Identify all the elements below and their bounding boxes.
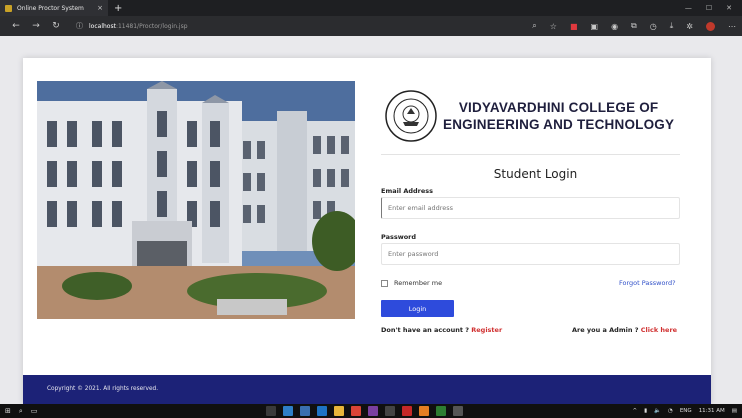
remember-checkbox[interactable] bbox=[381, 279, 388, 287]
forgot-password-link[interactable]: Forgot Password? bbox=[619, 279, 676, 287]
taskbar-apps bbox=[266, 406, 463, 416]
email-field[interactable] bbox=[381, 197, 680, 219]
extension-red-icon[interactable]: ■ bbox=[570, 22, 578, 31]
register-prompt: Don't have an account ? Register bbox=[381, 326, 502, 334]
extension-icon[interactable]: ▣ bbox=[591, 22, 599, 31]
os-taskbar: ⊞ ⌕ ▭ ^ ▮ 🔈 ◔ ENG 11:31 AM ▤ bbox=[0, 404, 742, 418]
back-icon[interactable]: ← bbox=[6, 21, 26, 31]
windows-start-icon[interactable]: ⊞ bbox=[5, 407, 11, 415]
system-tray: ^ ▮ 🔈 ◔ ENG 11:31 AM ▤ bbox=[633, 408, 737, 414]
app-purple-icon[interactable] bbox=[368, 406, 378, 416]
app-youtube-icon[interactable] bbox=[402, 406, 412, 416]
close-window-icon[interactable]: ✕ bbox=[726, 4, 732, 12]
clock[interactable]: 11:31 AM bbox=[699, 408, 725, 414]
college-name: VIDYAVARDHINI COLLEGE OF ENGINEERING AND… bbox=[443, 99, 674, 133]
task-view-icon[interactable]: ▭ bbox=[31, 407, 38, 415]
admin-login-link[interactable]: Click here bbox=[641, 326, 677, 334]
history-icon[interactable]: ◷ bbox=[650, 22, 657, 31]
page-footer: Copyright © 2021. All rights reserved. bbox=[23, 375, 711, 404]
app-orange-icon[interactable] bbox=[419, 406, 429, 416]
remember-label: Remember me bbox=[394, 279, 443, 287]
tab-close-icon[interactable]: × bbox=[97, 4, 103, 12]
site-favicon-icon bbox=[5, 4, 12, 12]
browser-chrome: Online Proctor System × + — ☐ ✕ ← → ↻ ⓘ … bbox=[0, 0, 742, 36]
app-vscode-icon[interactable] bbox=[317, 406, 327, 416]
info-icon[interactable]: ⓘ bbox=[76, 21, 83, 31]
extension-circle-icon[interactable]: ◉ bbox=[611, 22, 618, 31]
tab-bar: Online Proctor System × + — ☐ ✕ bbox=[0, 0, 742, 16]
search-icon[interactable]: ⌕ bbox=[19, 407, 23, 416]
password-field[interactable] bbox=[381, 243, 680, 265]
collections-icon[interactable]: ⧉ bbox=[631, 21, 637, 31]
minimize-icon[interactable]: — bbox=[685, 4, 692, 12]
app-edge-icon[interactable] bbox=[283, 406, 293, 416]
read-aloud-icon[interactable]: ⌕ bbox=[532, 21, 536, 31]
maximize-icon[interactable]: ☐ bbox=[706, 4, 712, 12]
tab-title: Online Proctor System bbox=[17, 4, 84, 12]
url-input[interactable]: ⓘ localhost:11481/Proctor/login.jsp bbox=[76, 19, 476, 33]
app-word-icon[interactable] bbox=[300, 406, 310, 416]
admin-prompt: Are you a Admin ? Click here bbox=[572, 326, 677, 334]
app-green-icon[interactable] bbox=[436, 406, 446, 416]
no-account-text: Don't have an account ? bbox=[381, 326, 472, 334]
college-name-line1: VIDYAVARDHINI COLLEGE OF bbox=[458, 100, 659, 115]
downloads-icon[interactable]: ⤓ bbox=[670, 21, 674, 31]
new-tab-button[interactable]: + bbox=[114, 3, 122, 14]
remember-me[interactable]: Remember me bbox=[381, 279, 442, 287]
tray-chevron-icon[interactable]: ^ bbox=[633, 408, 638, 414]
app-folder-icon[interactable] bbox=[334, 406, 344, 416]
language-indicator[interactable]: ENG bbox=[680, 408, 692, 414]
email-label: Email Address bbox=[381, 187, 434, 195]
browser-tab[interactable]: Online Proctor System × bbox=[0, 0, 108, 16]
app-file-explorer-icon[interactable] bbox=[266, 406, 276, 416]
app-chrome-icon[interactable] bbox=[351, 406, 361, 416]
volume-icon[interactable]: 🔈 bbox=[654, 408, 661, 414]
app-settings-icon[interactable] bbox=[453, 406, 463, 416]
battery-icon[interactable]: ▮ bbox=[644, 408, 647, 414]
network-icon[interactable]: ◔ bbox=[668, 408, 673, 414]
login-button[interactable]: Login bbox=[381, 300, 454, 317]
college-header: VIDYAVARDHINI COLLEGE OF ENGINEERING AND… bbox=[385, 88, 685, 144]
password-label: Password bbox=[381, 233, 417, 241]
reload-icon[interactable]: ↻ bbox=[46, 21, 66, 31]
app-generic-icon[interactable] bbox=[385, 406, 395, 416]
page-title: Student Login bbox=[493, 167, 578, 181]
url-host: localhost bbox=[89, 22, 116, 30]
favorite-star-icon[interactable]: ☆ bbox=[550, 22, 557, 31]
college-building-image bbox=[37, 81, 355, 319]
college-name-line2: ENGINEERING AND TECHNOLOGY bbox=[443, 117, 675, 132]
copyright-text: Copyright © 2021. All rights reserved. bbox=[47, 386, 159, 392]
toolbar-extensions: ⌕ ☆ ■ ▣ ◉ ⧉ ◷ ⤓ ✲ ⋯ bbox=[532, 21, 736, 31]
menu-dots-icon[interactable]: ⋯ bbox=[728, 22, 736, 31]
forward-icon[interactable]: → bbox=[26, 21, 46, 31]
url-path: :11481/Proctor/login.jsp bbox=[115, 22, 188, 30]
address-bar-row: ← → ↻ ⓘ localhost:11481/Proctor/login.js… bbox=[0, 16, 742, 36]
register-link[interactable]: Register bbox=[471, 326, 502, 334]
admin-text: Are you a Admin ? bbox=[572, 326, 641, 334]
profile-avatar-icon[interactable] bbox=[706, 21, 715, 31]
login-card: VIDYAVARDHINI COLLEGE OF ENGINEERING AND… bbox=[23, 58, 711, 404]
window-controls: — ☐ ✕ bbox=[685, 4, 742, 12]
header-divider bbox=[381, 154, 680, 155]
college-seal-icon bbox=[385, 90, 437, 142]
extensions-puzzle-icon[interactable]: ✲ bbox=[686, 22, 693, 31]
notifications-icon[interactable]: ▤ bbox=[732, 408, 737, 414]
